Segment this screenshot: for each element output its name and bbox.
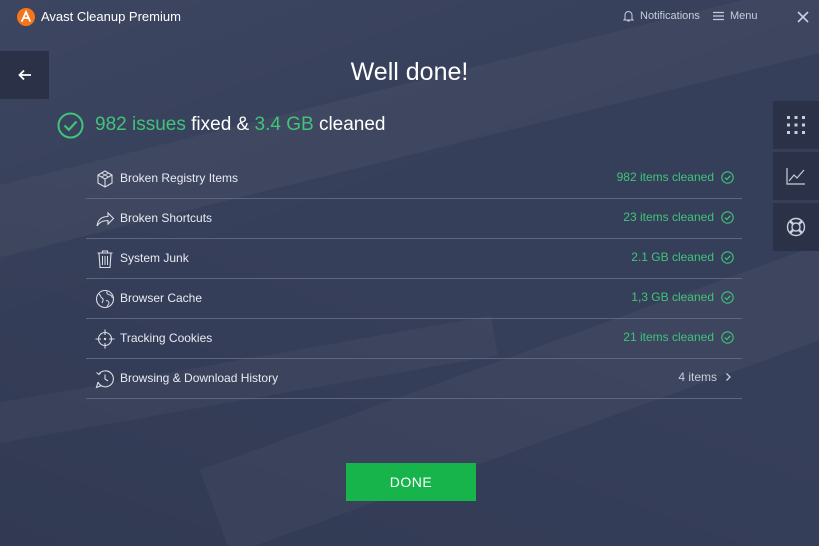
avast-logo-icon xyxy=(17,8,35,26)
page-title: Well done! xyxy=(350,58,469,86)
side-apps-button[interactable] xyxy=(773,101,819,149)
item-label: Browser Cache xyxy=(120,291,203,305)
item-status: 23 items cleaned xyxy=(623,210,734,224)
side-stats-button[interactable] xyxy=(773,152,819,200)
globe-icon xyxy=(95,289,115,309)
check-icon xyxy=(721,210,734,224)
menu-label: Menu xyxy=(730,10,758,22)
crosshair-icon xyxy=(95,329,115,349)
issues-count: 982 issues xyxy=(95,114,186,135)
bell-icon xyxy=(623,11,634,22)
list-item-history[interactable]: Browsing & Download History 4 items xyxy=(86,359,742,399)
item-label: Broken Shortcuts xyxy=(120,211,213,225)
item-status: 982 items cleaned xyxy=(617,170,734,184)
item-status: 2.1 GB cleaned xyxy=(631,250,734,264)
list-item: Broken Shortcuts 23 items cleaned xyxy=(86,199,742,239)
app-title: Avast Cleanup Premium xyxy=(41,9,181,24)
results-list: Broken Registry Items 982 items cleaned … xyxy=(86,159,742,399)
item-label: Broken Registry Items xyxy=(120,171,239,185)
cleaned-word: cleaned xyxy=(318,114,386,135)
menu-button[interactable]: Menu xyxy=(713,10,758,22)
list-item: Broken Registry Items 982 items cleaned xyxy=(86,159,742,199)
fixed-word: fixed & xyxy=(191,114,250,135)
grid-icon xyxy=(787,116,805,134)
check-circle-icon xyxy=(57,112,84,138)
summary: 982 issues fixed & 3.4 GB cleaned xyxy=(57,111,386,139)
lifebuoy-icon xyxy=(786,217,806,237)
trash-icon xyxy=(97,250,113,269)
shortcut-arrow-icon xyxy=(96,211,115,227)
list-item: System Junk 2.1 GB cleaned xyxy=(86,239,742,279)
cleaned-size: 3.4 GB xyxy=(254,114,314,135)
close-icon[interactable] xyxy=(796,10,810,24)
item-status: 1,3 GB cleaned xyxy=(631,290,734,304)
item-label: System Junk xyxy=(120,251,189,265)
history-icon xyxy=(95,370,114,389)
check-icon xyxy=(721,170,734,184)
item-label: Tracking Cookies xyxy=(120,331,213,345)
title-bar: Avast Cleanup Premium Notifications Menu xyxy=(0,0,819,34)
item-status: 21 items cleaned xyxy=(623,330,734,344)
notifications-label: Notifications xyxy=(640,10,700,22)
check-icon xyxy=(721,290,734,304)
cube-icon xyxy=(97,170,113,188)
done-button[interactable]: DONE xyxy=(346,463,476,501)
check-icon xyxy=(721,330,734,344)
item-label: Browsing & Download History xyxy=(120,371,279,385)
list-item: Tracking Cookies 21 items cleaned xyxy=(86,319,742,359)
notifications-button[interactable]: Notifications xyxy=(623,10,700,22)
hamburger-icon xyxy=(713,11,724,21)
check-icon xyxy=(721,250,734,264)
chevron-right-icon xyxy=(726,373,731,381)
line-chart-icon xyxy=(786,168,805,185)
side-support-button[interactable] xyxy=(773,203,819,251)
list-item: Browser Cache 1,3 GB cleaned xyxy=(86,279,742,319)
item-status: 4 items xyxy=(678,370,732,384)
